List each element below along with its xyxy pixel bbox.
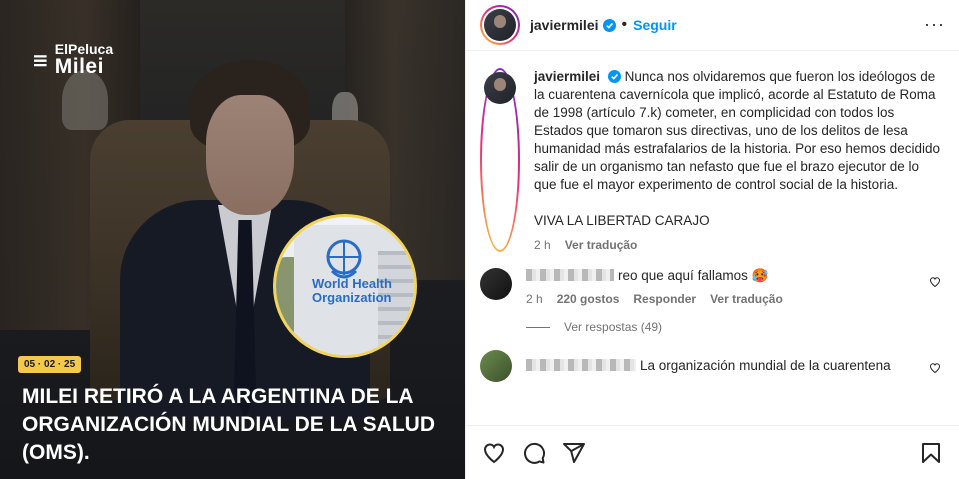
post-side-panel: javiermilei • Seguir ··· javiermilei Nun…: [465, 0, 959, 479]
blurred-username: [526, 359, 636, 371]
caption-story-ring[interactable]: [480, 68, 520, 252]
caption-closing: VIVA LA LIBERTAD CARAJO: [534, 213, 710, 228]
comment-text-line: La organización mundial de la cuarentena: [526, 350, 891, 382]
post-header: javiermilei • Seguir ···: [466, 0, 959, 51]
image-headline: MILEI RETIRÓ A LA ARGENTINA DE LA ORGANI…: [22, 385, 435, 464]
comment-meta: 2 h 220 gostos Responder Ver tradução: [526, 292, 783, 306]
verified-badge-icon: [602, 18, 616, 32]
post-image[interactable]: ≡ ElPeluca Milei World Health Organizati…: [0, 0, 465, 479]
comment-item: La organización mundial de la cuarentena: [480, 350, 945, 382]
comment-time: 2 h: [526, 292, 543, 306]
comment-avatar[interactable]: [480, 350, 512, 382]
like-comment-icon[interactable]: [929, 276, 941, 288]
story-ring[interactable]: [480, 5, 520, 45]
comments-section[interactable]: javiermilei Nunca nos olvidaremos que fu…: [466, 52, 959, 425]
caption-body: Nunca nos olvidaremos que fueron los ide…: [534, 69, 940, 192]
like-icon[interactable]: [482, 441, 506, 465]
share-icon[interactable]: [562, 441, 586, 465]
comment-text: reo que aquí fallamos 🥵: [618, 268, 769, 283]
header-username[interactable]: javiermilei: [530, 17, 599, 33]
caption-avatar[interactable]: [484, 72, 516, 104]
who-line-1: World Health: [312, 276, 392, 291]
comment-text-line: reo que aquí fallamos 🥵: [526, 268, 783, 284]
instagram-post: ≡ ElPeluca Milei World Health Organizati…: [0, 0, 959, 479]
comment-likes[interactable]: 220 gostos: [557, 292, 620, 306]
caption: javiermilei Nunca nos olvidaremos que fu…: [480, 68, 945, 252]
comment-reply-button[interactable]: Responder: [633, 292, 696, 306]
follow-button[interactable]: Seguir: [633, 17, 677, 33]
logo-bottom-text: Milei: [54, 55, 104, 78]
who-name: World Health Organization: [312, 277, 392, 305]
replies-line: [526, 326, 550, 328]
caption-verified-badge-icon: [607, 70, 621, 83]
caption-username[interactable]: javiermilei: [534, 69, 600, 84]
caption-translate-link[interactable]: Ver tradução: [565, 238, 638, 252]
who-inset-image: World Health Organization: [273, 214, 417, 358]
logo-icon: ≡: [32, 47, 49, 72]
logo-top-text: ElPeluca: [54, 41, 114, 57]
image-bust: [62, 70, 108, 130]
comment-translate-link[interactable]: Ver tradução: [710, 292, 783, 306]
save-bookmark-icon[interactable]: [919, 441, 943, 465]
date-tag: 05 · 02 · 25: [18, 356, 82, 373]
comment-icon[interactable]: [522, 441, 546, 465]
view-replies[interactable]: Ver respostas (49): [526, 320, 945, 334]
view-replies-label[interactable]: Ver respostas (49): [564, 320, 662, 334]
comment-avatar[interactable]: [480, 268, 512, 300]
action-bar: [466, 425, 959, 479]
who-line-2: Organization: [312, 290, 392, 305]
like-comment-icon[interactable]: [929, 362, 941, 374]
caption-time: 2 h: [534, 238, 551, 252]
header-separator: •: [621, 16, 628, 33]
more-options-icon[interactable]: ···: [924, 14, 945, 35]
caption-meta: 2 h Ver tradução: [534, 238, 944, 252]
comment-item: reo que aquí fallamos 🥵 2 h 220 gostos R…: [480, 268, 945, 306]
avatar[interactable]: [484, 9, 516, 41]
comment-text: La organización mundial de la cuarentena: [640, 358, 891, 373]
blurred-username: [526, 269, 614, 281]
image-logo: ≡ ElPeluca Milei: [32, 42, 113, 77]
caption-text: javiermilei Nunca nos olvidaremos que fu…: [534, 68, 944, 230]
